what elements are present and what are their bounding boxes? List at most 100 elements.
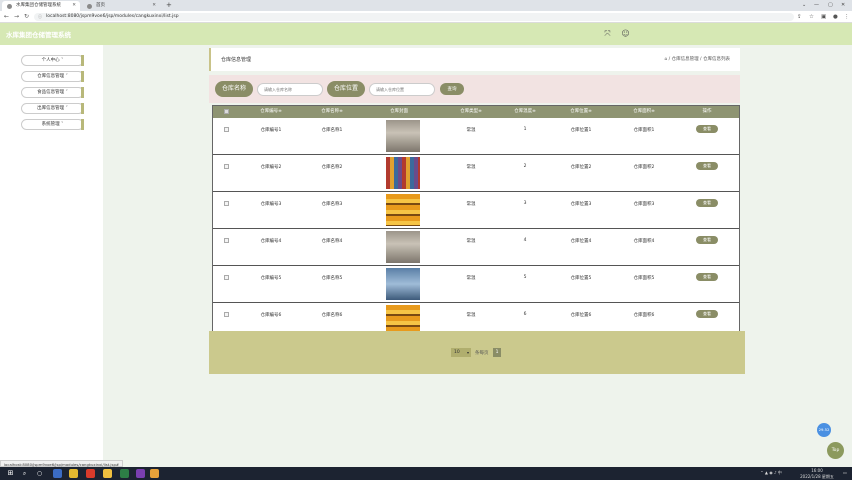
column-header[interactable]: 仓库位置≑	[563, 106, 599, 118]
new-tab-button[interactable]: +	[166, 0, 172, 11]
query-button[interactable]: 查询	[440, 83, 464, 95]
warehouse-cover-image[interactable]	[386, 231, 420, 263]
cell-temp: 1	[523, 127, 527, 132]
column-header[interactable]: 仓库编号≑	[253, 106, 289, 118]
cell-location: 仓库位置4	[570, 239, 592, 244]
column-header[interactable]: 仓库名称≑	[314, 106, 350, 118]
notification-icon[interactable]: ▭	[841, 470, 849, 476]
back-to-top-button[interactable]: Top	[827, 442, 844, 459]
sidebar-icon[interactable]: ▣	[821, 12, 826, 22]
breadcrumb[interactable]: ⌂ / 仓库信息管理 / 仓库信息列表	[664, 56, 730, 62]
page-size-select[interactable]: 10 ▾	[451, 348, 471, 357]
cell-area: 仓库面积4	[633, 239, 655, 244]
minimize-icon[interactable]: —	[814, 0, 819, 11]
search-icon[interactable]: ⌕	[20, 469, 29, 478]
page-number[interactable]: 1	[493, 348, 501, 357]
row-checkbox[interactable]	[224, 312, 229, 317]
windows-start-icon[interactable]: ⊞	[6, 469, 15, 478]
view-button[interactable]: 查看	[696, 199, 718, 207]
url-input[interactable]: ⓘ localhost:8080/jspm9voe6/jsp/modules/c…	[34, 13, 794, 21]
view-button[interactable]: 查看	[696, 125, 718, 133]
address-bar-row: ← → ↻ ⓘ localhost:8080/jspm9voe6/jsp/mod…	[0, 11, 852, 23]
sidebar-item-marker	[81, 103, 84, 114]
close-icon[interactable]: ✕	[152, 1, 156, 11]
location-search-input[interactable]	[369, 83, 435, 96]
page-title: 仓库信息管理	[221, 57, 252, 63]
sidebar-item-food[interactable]: 食品信息管理 ˅	[21, 87, 84, 98]
star-icon[interactable]: ☆	[809, 12, 814, 22]
sidebar-item-personal[interactable]: 个人中心 ˅	[21, 55, 84, 66]
user-icon[interactable]: ☺	[621, 29, 630, 38]
browser-tab-active[interactable]: 水库集团仓储管理系统 ✕	[2, 1, 80, 11]
tab-label: 水库集团仓储管理系统	[16, 3, 61, 8]
close-icon[interactable]: ✕	[72, 1, 76, 11]
column-header[interactable]: 仓库温度≑	[507, 106, 543, 118]
view-button[interactable]: 查看	[696, 310, 718, 318]
task-view-icon[interactable]: ○	[35, 469, 44, 478]
url-text: localhost:8080/jspm9voe6/jsp/modules/can…	[46, 14, 179, 19]
speed-badge[interactable]: 29.52	[817, 423, 831, 437]
share-icon[interactable]: ⇪	[797, 12, 802, 22]
system-tray-icons[interactable]: ⌃ ▲ ◉ ♪ 中	[756, 470, 786, 476]
browser-tab[interactable]: 首页 ✕	[82, 1, 160, 11]
sidebar: 个人中心 ˅ 仓库信息管理 ˅ 食品信息管理 ˅ 出库信息管理 ˅ 系统管理 ˅	[0, 45, 103, 467]
column-header[interactable]: 仓库面积≑	[626, 106, 662, 118]
warehouse-cover-image[interactable]	[386, 268, 420, 300]
app-icon[interactable]	[136, 469, 145, 478]
cell-temp: 3	[523, 201, 527, 206]
browser-icon[interactable]	[150, 469, 159, 478]
sidebar-item-warehouse[interactable]: 仓库信息管理 ˅	[21, 71, 84, 82]
app-icon[interactable]	[53, 469, 62, 478]
sidebar-item-label: 食品信息管理 ˅	[37, 90, 68, 95]
per-page-text: 条每页	[475, 351, 489, 356]
folder-icon[interactable]	[103, 469, 112, 478]
view-button[interactable]: 查看	[696, 162, 718, 170]
chevron-down-icon[interactable]: ⌄	[802, 0, 806, 11]
sidebar-item-system[interactable]: 系统管理 ˅	[21, 119, 84, 130]
chevron-down-icon: ▾	[466, 350, 469, 355]
app-icon[interactable]	[120, 469, 129, 478]
forward-icon[interactable]: →	[14, 12, 19, 22]
back-icon[interactable]: ←	[4, 12, 9, 22]
table-row: 仓库编号5 仓库名称5 常温 5 仓库位置5 仓库面积5 查看	[213, 266, 739, 303]
select-all-checkbox[interactable]	[224, 109, 229, 114]
row-checkbox[interactable]	[224, 238, 229, 243]
app-icon[interactable]	[69, 469, 78, 478]
sidebar-item-outbound[interactable]: 出库信息管理 ˅	[21, 103, 84, 114]
favicon-icon	[7, 4, 12, 9]
table-row: 仓库编号4 仓库名称4 常温 4 仓库位置4 仓库面积4 查看	[213, 229, 739, 266]
row-checkbox[interactable]	[224, 164, 229, 169]
table-row: 仓库编号1 仓库名称1 常温 1 仓库位置1 仓库面积1 查看	[213, 118, 739, 155]
cell-type: 常温	[466, 128, 476, 133]
row-checkbox[interactable]	[224, 275, 229, 280]
cell-code: 仓库编号5	[260, 276, 282, 281]
row-checkbox[interactable]	[224, 127, 229, 132]
window-close-icon[interactable]: ✕	[841, 0, 845, 11]
cell-name: 仓库名称4	[321, 239, 343, 244]
maximize-icon[interactable]: ▢	[828, 0, 833, 11]
cell-code: 仓库编号6	[260, 313, 282, 318]
profile-icon[interactable]: ●	[833, 12, 838, 22]
view-button[interactable]: 查看	[696, 273, 718, 281]
cell-code: 仓库编号2	[260, 165, 282, 170]
sidebar-item-label: 系统管理 ˅	[41, 122, 64, 127]
name-search-input[interactable]	[257, 83, 323, 96]
menu-icon[interactable]: ⋮	[844, 12, 850, 22]
column-header[interactable]: 仓库类型≑	[453, 106, 489, 118]
cell-name: 仓库名称6	[321, 313, 343, 318]
name-label: 仓库名称	[215, 81, 253, 97]
table-header: 仓库编号≑ 仓库名称≑ 仓库封面 仓库类型≑ 仓库温度≑ 仓库位置≑ 仓库面积≑…	[213, 106, 739, 118]
fullscreen-icon[interactable]: ⤧	[603, 29, 612, 38]
app-icon[interactable]	[86, 469, 95, 478]
row-checkbox[interactable]	[224, 201, 229, 206]
view-button[interactable]: 查看	[696, 236, 718, 244]
reload-icon[interactable]: ↻	[24, 12, 29, 22]
warehouse-cover-image[interactable]	[386, 120, 420, 152]
cell-temp: 2	[523, 164, 527, 169]
status-url: localhost:8080/jspm9voe6/jsp/modules/can…	[0, 460, 124, 467]
pagination-area: 10 ▾ 条每页 1	[209, 331, 745, 374]
warehouse-cover-image[interactable]	[386, 194, 420, 226]
warehouse-cover-image[interactable]	[386, 157, 420, 189]
cell-name: 仓库名称1	[321, 128, 343, 133]
clock-date[interactable]: 2022/1/28 星期五	[796, 474, 838, 480]
